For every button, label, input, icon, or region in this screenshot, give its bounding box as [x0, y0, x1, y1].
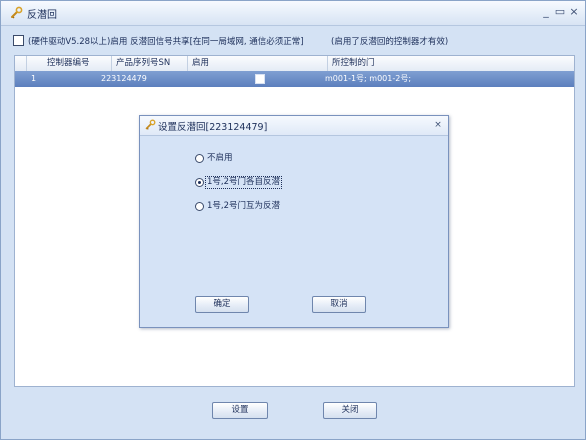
cell-serial: 223124479: [101, 74, 147, 83]
share-signal-label: (硬件驱动V5.28以上)启用 反潜回信号共享[在同一局域网, 通信必须正常]: [28, 37, 304, 47]
title-bar: 反潜回 _ ▭ ×: [1, 1, 585, 26]
grid-header: 控制器编号 产品序列号SN 启用 所控制的门: [15, 56, 574, 72]
dialog-title-bar: 设置反潜回[223124479] ×: [140, 116, 448, 136]
key-icon: [145, 119, 156, 130]
radio-button[interactable]: [195, 154, 204, 163]
antipassback-dialog: 设置反潜回[223124479] × 不启用 1号,2号门各自反潜 1号,2号门…: [139, 115, 449, 328]
column-header-controller-id[interactable]: 控制器编号: [27, 56, 112, 71]
row-selector-header: [15, 56, 27, 71]
close-button[interactable]: 关闭: [323, 402, 377, 419]
table-row[interactable]: 1 223124479 m001-1号; m001-2号;: [15, 71, 574, 87]
setup-button[interactable]: 设置: [212, 402, 268, 419]
column-header-doors[interactable]: 所控制的门: [328, 56, 574, 71]
radio-label: 1号,2号门各自反潜: [204, 176, 283, 189]
column-header-enabled[interactable]: 启用: [188, 56, 328, 71]
radio-button-selected[interactable]: [195, 178, 204, 187]
cancel-button[interactable]: 取消: [312, 296, 366, 313]
dialog-title: 设置反潜回[223124479]: [158, 122, 268, 133]
minimize-button[interactable]: _: [539, 5, 553, 19]
share-signal-note: (启用了反潜回的控制器才有效): [331, 37, 449, 47]
dialog-close-button[interactable]: ×: [432, 119, 444, 131]
key-icon: [11, 6, 23, 19]
ok-button[interactable]: 确定: [195, 296, 249, 313]
enabled-checkbox[interactable]: [255, 74, 265, 84]
radio-label: 1号,2号门互为反潜: [207, 201, 281, 211]
close-window-button[interactable]: ×: [567, 5, 581, 19]
maximize-button[interactable]: ▭: [553, 5, 567, 19]
window-title: 反潜回: [27, 10, 57, 21]
main-window: 反潜回 _ ▭ × (硬件驱动V5.28以上)启用 反潜回信号共享[在同一局域网…: [0, 0, 586, 440]
radio-label: 不启用: [207, 153, 233, 163]
column-header-serial[interactable]: 产品序列号SN: [112, 56, 188, 71]
share-signal-option: (硬件驱动V5.28以上)启用 反潜回信号共享[在同一局域网, 通信必须正常] …: [13, 34, 573, 48]
cell-doors: m001-1号; m001-2号;: [325, 74, 412, 83]
share-signal-checkbox[interactable]: [13, 35, 24, 46]
radio-button[interactable]: [195, 202, 204, 211]
